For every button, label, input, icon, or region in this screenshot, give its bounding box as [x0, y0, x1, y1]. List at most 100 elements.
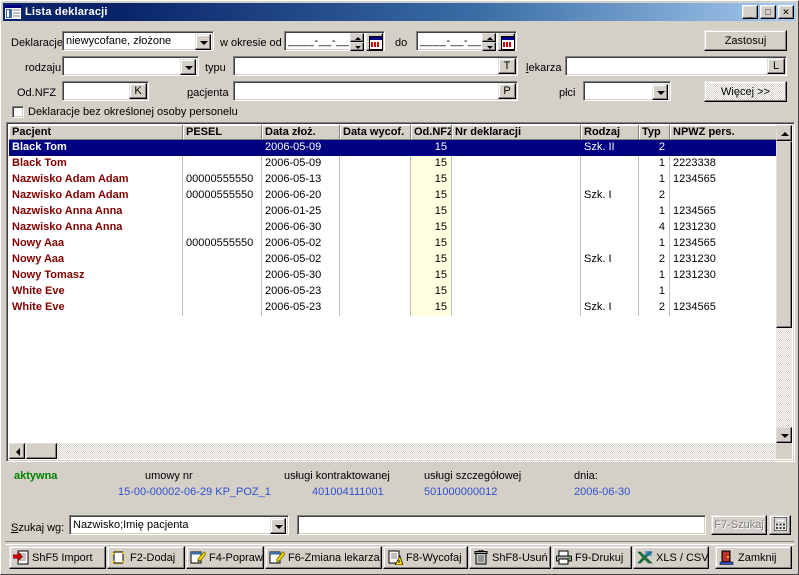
date-to-spinner[interactable]	[482, 33, 496, 51]
plci-combo[interactable]	[583, 81, 671, 101]
withdraw-icon	[387, 550, 404, 566]
cell-npwz: 1234565	[670, 204, 780, 220]
chevron-down-icon[interactable]	[652, 84, 668, 100]
cell-data_wyc	[340, 268, 411, 284]
chevron-down-icon[interactable]	[195, 34, 211, 50]
toolbar-button-f9-drukuj[interactable]: F9-Drukuj	[552, 546, 632, 569]
lekarza-label: lekarza	[526, 62, 562, 74]
edit-icon	[190, 550, 207, 566]
horizontal-scroll-thumb[interactable]	[26, 443, 57, 459]
toolbar-button-shf8-usu[interactable]: ShF8-Usuń	[469, 546, 551, 569]
scroll-up-button[interactable]	[776, 125, 792, 141]
column-header-label: Data wycof.	[343, 126, 405, 138]
toolbar-button-shf5-import[interactable]: ShF5 Import	[9, 546, 106, 569]
rodzaju-combo[interactable]	[62, 56, 199, 76]
scroll-down-button[interactable]	[776, 427, 792, 443]
calculator-button[interactable]	[769, 515, 791, 535]
declarations-table[interactable]: Pacjent PESEL Data złoż. Data wycof. Od.NFZ N…	[6, 122, 795, 462]
printer-icon	[556, 550, 572, 566]
calendar-icon[interactable]	[498, 33, 515, 51]
cell-odnfz: 15	[411, 140, 452, 156]
typu-lookup-button[interactable]: T	[498, 58, 516, 74]
wiecej-button[interactable]: Więcej >>	[704, 81, 787, 102]
deklaracje-combo[interactable]: niewycofane, złożone	[62, 31, 214, 51]
minimize-button[interactable]: _	[742, 5, 758, 19]
cell-data_zloz: 2006-01-25	[262, 204, 340, 220]
cell-pacjent: White Eve	[9, 284, 183, 300]
table-row[interactable]: Nowy Aaa 2006-05-02 15 Szk. I 2 1231230	[9, 252, 780, 268]
column-header-pesel[interactable]: PESEL	[183, 125, 262, 140]
table-row[interactable]: Nazwisko Anna Anna 2006-01-25 15 1 1234565	[9, 204, 780, 220]
column-header-npwz[interactable]: NPWZ pers.	[670, 125, 780, 140]
cell-odnfz: 15	[411, 220, 452, 236]
table-row[interactable]: White Eve 2006-05-23 15 Szk. I 2 1234565	[9, 300, 780, 316]
date-from-field[interactable]: ____-__-__	[284, 31, 385, 51]
close-button[interactable]: ✕	[778, 5, 794, 19]
table-body[interactable]: Black Tom 2006-05-09 15 Szk. II 2 Black Tom 20…	[9, 140, 780, 316]
cell-pacjent: Nazwisko Anna Anna	[9, 220, 183, 236]
column-header-typ[interactable]: Typ	[639, 125, 670, 140]
column-header-pacjent[interactable]: Pacjent	[9, 125, 183, 140]
odnfz-field[interactable]: K	[62, 81, 149, 101]
vertical-scrollbar[interactable]	[776, 125, 792, 443]
cell-odnfz: 15	[411, 268, 452, 284]
date-from-spinner[interactable]	[350, 33, 364, 51]
vertical-scroll-thumb[interactable]	[776, 141, 792, 328]
table-row[interactable]: Nazwisko Adam Adam 00000555550 2006-05-13 1…	[9, 172, 780, 188]
cell-nr_dekl	[452, 252, 581, 268]
title-bar[interactable]: Lista deklaracji _ □ ✕	[3, 3, 796, 21]
cell-rodzaj: Szk. I	[581, 188, 639, 204]
bez-osoby-checkbox[interactable]	[12, 106, 24, 118]
cell-nr_dekl	[452, 140, 581, 156]
table-header-row[interactable]: Pacjent PESEL Data złoż. Data wycof. Od.NFZ N…	[9, 125, 780, 140]
import-icon	[12, 550, 29, 566]
toolbar-divider	[5, 541, 794, 545]
chevron-down-icon[interactable]	[180, 59, 196, 75]
scroll-left-button[interactable]	[9, 443, 25, 459]
cell-pacjent: White Eve	[9, 300, 183, 316]
maximize-button[interactable]: □	[760, 5, 776, 19]
cell-pacjent: Nowy Aaa	[9, 252, 183, 268]
doctor-icon	[269, 550, 286, 566]
cell-pesel: 00000555550	[183, 172, 262, 188]
column-header-data_zloz[interactable]: Data złoż.	[262, 125, 340, 140]
dnia-value: 2006-06-30	[574, 486, 631, 498]
toolbar-button-f8-wycofaj[interactable]: F8-Wycofaj	[383, 546, 468, 569]
toolbar-button-f2-dodaj[interactable]: F2-Dodaj	[107, 546, 185, 569]
toolbar-button-f4-popraw[interactable]: F4-Popraw	[186, 546, 264, 569]
rodzaju-label: rodzaju	[25, 62, 62, 74]
lekarza-lookup-button[interactable]: L	[767, 58, 785, 74]
cell-odnfz: 15	[411, 252, 452, 268]
pacjenta-field[interactable]: P	[233, 81, 518, 101]
column-header-odnfz[interactable]: Od.NFZ	[411, 125, 452, 140]
cell-rodzaj	[581, 268, 639, 284]
cell-data_zloz: 2006-05-23	[262, 300, 340, 316]
column-header-nr_dekl[interactable]: Nr deklaracji	[452, 125, 581, 140]
f7-szukaj-button[interactable]: F7-Szukaj	[711, 515, 767, 535]
cell-data_zloz: 2006-05-30	[262, 268, 340, 284]
toolbar-button-f6-zmiana-lekarza[interactable]: F6-Zmiana lekarza	[265, 546, 382, 569]
pacjenta-lookup-button[interactable]: P	[498, 83, 516, 99]
table-row[interactable]: Nazwisko Anna Anna 2006-06-30 15 4 1231230	[9, 220, 780, 236]
typu-field[interactable]: T	[233, 56, 518, 76]
date-to-field[interactable]: ____-__-__	[416, 31, 517, 51]
table-row[interactable]: White Eve 2006-05-23 15 1	[9, 284, 780, 300]
column-header-data_wyc[interactable]: Data wycof.	[340, 125, 411, 140]
lekarza-field[interactable]: L	[565, 56, 787, 76]
cell-npwz: 1231230	[670, 220, 780, 236]
search-input[interactable]	[297, 515, 706, 535]
chevron-down-icon[interactable]	[270, 518, 286, 534]
column-header-rodzaj[interactable]: Rodzaj	[581, 125, 639, 140]
table-row[interactable]: Nowy Tomasz 2006-05-30 15 1 1231230	[9, 268, 780, 284]
horizontal-scrollbar[interactable]	[9, 443, 776, 459]
zastosuj-button[interactable]: Zastosuj	[704, 30, 787, 51]
table-row[interactable]: Nowy Aaa 00000555550 2006-05-02 15 1 1234565	[9, 236, 780, 252]
table-row[interactable]: Black Tom 2006-05-09 15 1 2223338	[9, 156, 780, 172]
odnfz-lookup-button[interactable]: K	[129, 83, 147, 99]
toolbar-button-zamknij[interactable]: Zamknij	[715, 546, 792, 569]
toolbar-button-xls-csv[interactable]: XLS / CSV	[633, 546, 709, 569]
table-row[interactable]: Black Tom 2006-05-09 15 Szk. II 2	[9, 140, 780, 156]
table-row[interactable]: Nazwisko Adam Adam 00000555550 2006-06-20 1…	[9, 188, 780, 204]
calendar-icon[interactable]	[366, 33, 383, 51]
search-field-combo[interactable]: Nazwisko;Imię pacjenta	[69, 515, 289, 535]
